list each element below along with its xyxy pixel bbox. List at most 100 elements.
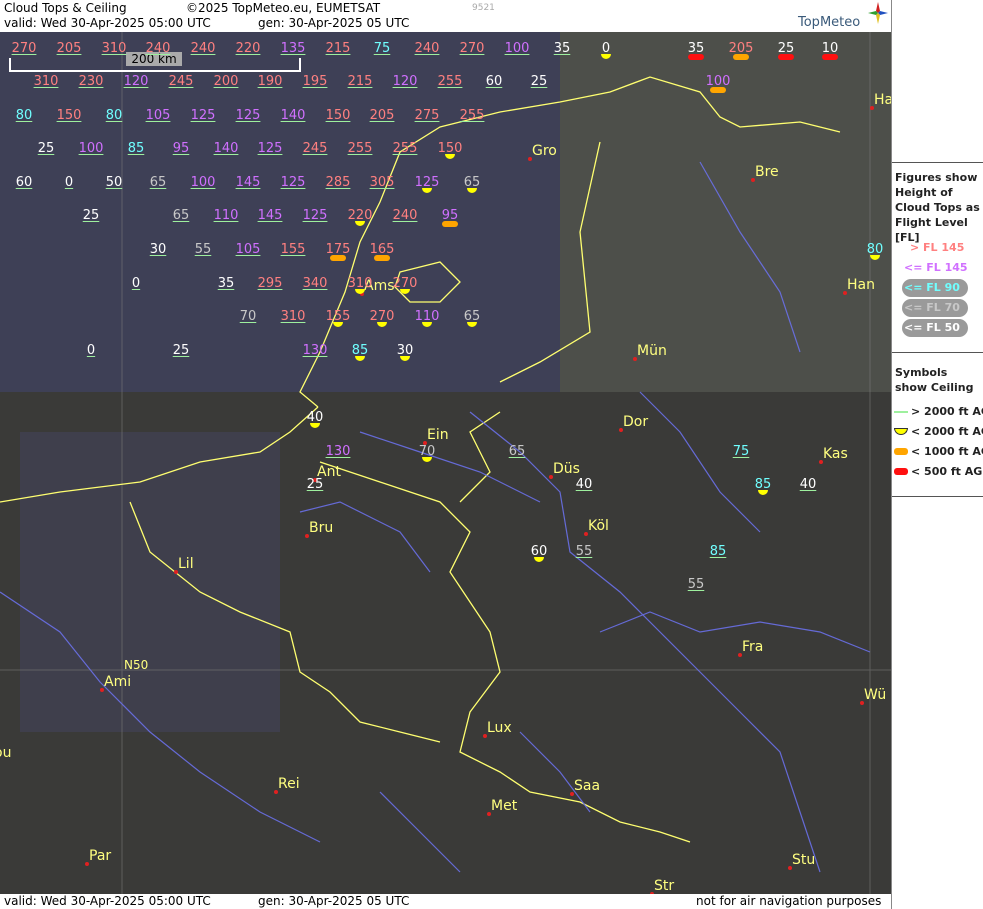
cloud-top-label: 100 xyxy=(504,41,530,56)
cloud-top-label: 25 xyxy=(82,208,100,223)
cloud-top-label: 60 xyxy=(530,544,548,559)
city-label: Saa xyxy=(574,778,601,794)
cloud-top-label: 310 xyxy=(347,276,373,291)
cloud-top-label: 80 xyxy=(105,108,123,123)
cloud-top-label: 105 xyxy=(145,108,171,123)
cloud-top-label: 55 xyxy=(194,242,212,257)
symbol-legend-item: > 2000 ft AGL xyxy=(911,405,983,418)
cloud-top-label: 220 xyxy=(347,208,373,223)
cloud-top-label: 65 xyxy=(463,175,481,190)
cloud-top-label: 125 xyxy=(235,108,261,123)
cloud-top-label: 85 xyxy=(709,544,727,559)
city-label: Han xyxy=(847,277,875,293)
cloud-top-label: 75 xyxy=(373,41,391,56)
legend-divider xyxy=(892,162,983,163)
cloud-top-label: 150 xyxy=(437,141,463,156)
map-title: Cloud Tops & Ceiling xyxy=(4,1,127,15)
cloud-top-label: 100 xyxy=(705,74,731,89)
cloud-top-label: 305 xyxy=(369,175,395,190)
city-label: Ha xyxy=(874,92,891,108)
cloud-top-label: 155 xyxy=(325,309,351,324)
city-label: Par xyxy=(89,848,112,864)
cloud-top-label: 190 xyxy=(257,74,283,89)
cloud-top-label: 145 xyxy=(235,175,261,190)
symbol-legend-item: < 2000 ft AGL xyxy=(911,425,983,438)
cloud-top-label: 30 xyxy=(149,242,167,257)
cloud-top-label: 70 xyxy=(418,444,436,459)
cloud-top-label: 195 xyxy=(302,74,328,89)
city-label: Stu xyxy=(792,852,816,868)
cloud-top-label: 215 xyxy=(325,41,351,56)
cloud-top-label: 240 xyxy=(145,41,171,56)
cloud-top-label: 205 xyxy=(728,41,754,56)
cloud-top-label: 150 xyxy=(325,108,351,123)
cloud-top-label: 150 xyxy=(56,108,82,123)
cloud-top-label: 255 xyxy=(437,74,463,89)
cloud-top-label: 295 xyxy=(257,276,283,291)
symbol-legend-marker xyxy=(894,411,908,413)
cloud-top-label: 175 xyxy=(325,242,351,257)
cloud-top-label: 25 xyxy=(530,74,548,89)
cloud-top-label: 120 xyxy=(392,74,418,89)
cloud-top-label: 200 xyxy=(213,74,239,89)
cloud-top-label: 105 xyxy=(235,242,261,257)
cloud-top-label: 245 xyxy=(168,74,194,89)
level-legend-item: > FL 145 xyxy=(910,241,965,254)
map-background xyxy=(0,32,891,894)
cloud-top-label: 140 xyxy=(280,108,306,123)
cloud-top-label: 215 xyxy=(347,74,373,89)
symbol-legend-item: < 1000 ft AGL xyxy=(911,445,983,458)
topmeteo-logo: TopMeteo xyxy=(798,2,890,32)
image-code: 9521 xyxy=(472,3,495,13)
cloud-top-label: 0 xyxy=(131,276,141,291)
cloud-top-label: 205 xyxy=(56,41,82,56)
cloud-top-label: 340 xyxy=(302,276,328,291)
cloud-top-label: 230 xyxy=(78,74,104,89)
city-label: Kas xyxy=(823,446,848,462)
cloud-top-label: 70 xyxy=(239,309,257,324)
cloud-top-label: 25 xyxy=(306,477,324,492)
cloud-top-label: 240 xyxy=(190,41,216,56)
cloud-top-label: 10 xyxy=(821,41,839,56)
symbol-legend-marker xyxy=(894,428,908,435)
cloud-top-label: 240 xyxy=(414,41,440,56)
level-legend-item: <= FL 145 xyxy=(904,261,968,274)
cloud-top-label: 35 xyxy=(217,276,235,291)
cloud-top-label: 270 xyxy=(392,276,418,291)
city-label: Gro xyxy=(532,143,557,159)
city-label: Ein xyxy=(427,427,449,443)
cloud-top-label: 40 xyxy=(799,477,817,492)
city-label: Fra xyxy=(742,639,764,655)
cloud-top-label: 0 xyxy=(64,175,74,190)
cloud-top-label: 270 xyxy=(369,309,395,324)
footer-gen: gen: 30-Apr-2025 05 UTC xyxy=(258,894,410,908)
map-header: Cloud Tops & Ceiling ©2025 TopMeteo.eu, … xyxy=(0,0,891,32)
cloud-top-label: 140 xyxy=(213,141,239,156)
cloud-top-label: 85 xyxy=(127,141,145,156)
cloud-top-label: 25 xyxy=(37,141,55,156)
cloud-top-label: 165 xyxy=(369,242,395,257)
cloud-top-label: 270 xyxy=(459,41,485,56)
legend-divider xyxy=(892,496,983,497)
city-label: Lil xyxy=(178,556,194,572)
cloud-top-label: 40 xyxy=(306,410,324,425)
cloud-top-label: 255 xyxy=(392,141,418,156)
city-label: Bre xyxy=(755,164,779,180)
city-label: Düs xyxy=(553,461,580,477)
city-label: Köl xyxy=(588,518,609,534)
cloud-top-label: 120 xyxy=(123,74,149,89)
cloud-top-label: 125 xyxy=(414,175,440,190)
cloud-top-label: 60 xyxy=(15,175,33,190)
legend-divider xyxy=(892,352,983,353)
city-label: Lux xyxy=(487,720,512,736)
symbols-legend-text: Symbols show Ceiling xyxy=(895,366,974,394)
satellite-map: 200 km N50 Ha Gro Bre Han Ams Mün Dor Ein Kas Ant… xyxy=(0,32,891,894)
copyright: ©2025 TopMeteo.eu, EUMETSAT xyxy=(186,1,381,15)
cloud-top-label: 65 xyxy=(463,309,481,324)
cloud-top-label: 80 xyxy=(866,242,884,257)
cloud-top-label: 310 xyxy=(280,309,306,324)
cloud-top-label: 100 xyxy=(190,175,216,190)
cloud-top-label: 130 xyxy=(325,444,351,459)
cloud-top-label: 125 xyxy=(190,108,216,123)
cloud-top-label: 55 xyxy=(575,544,593,559)
